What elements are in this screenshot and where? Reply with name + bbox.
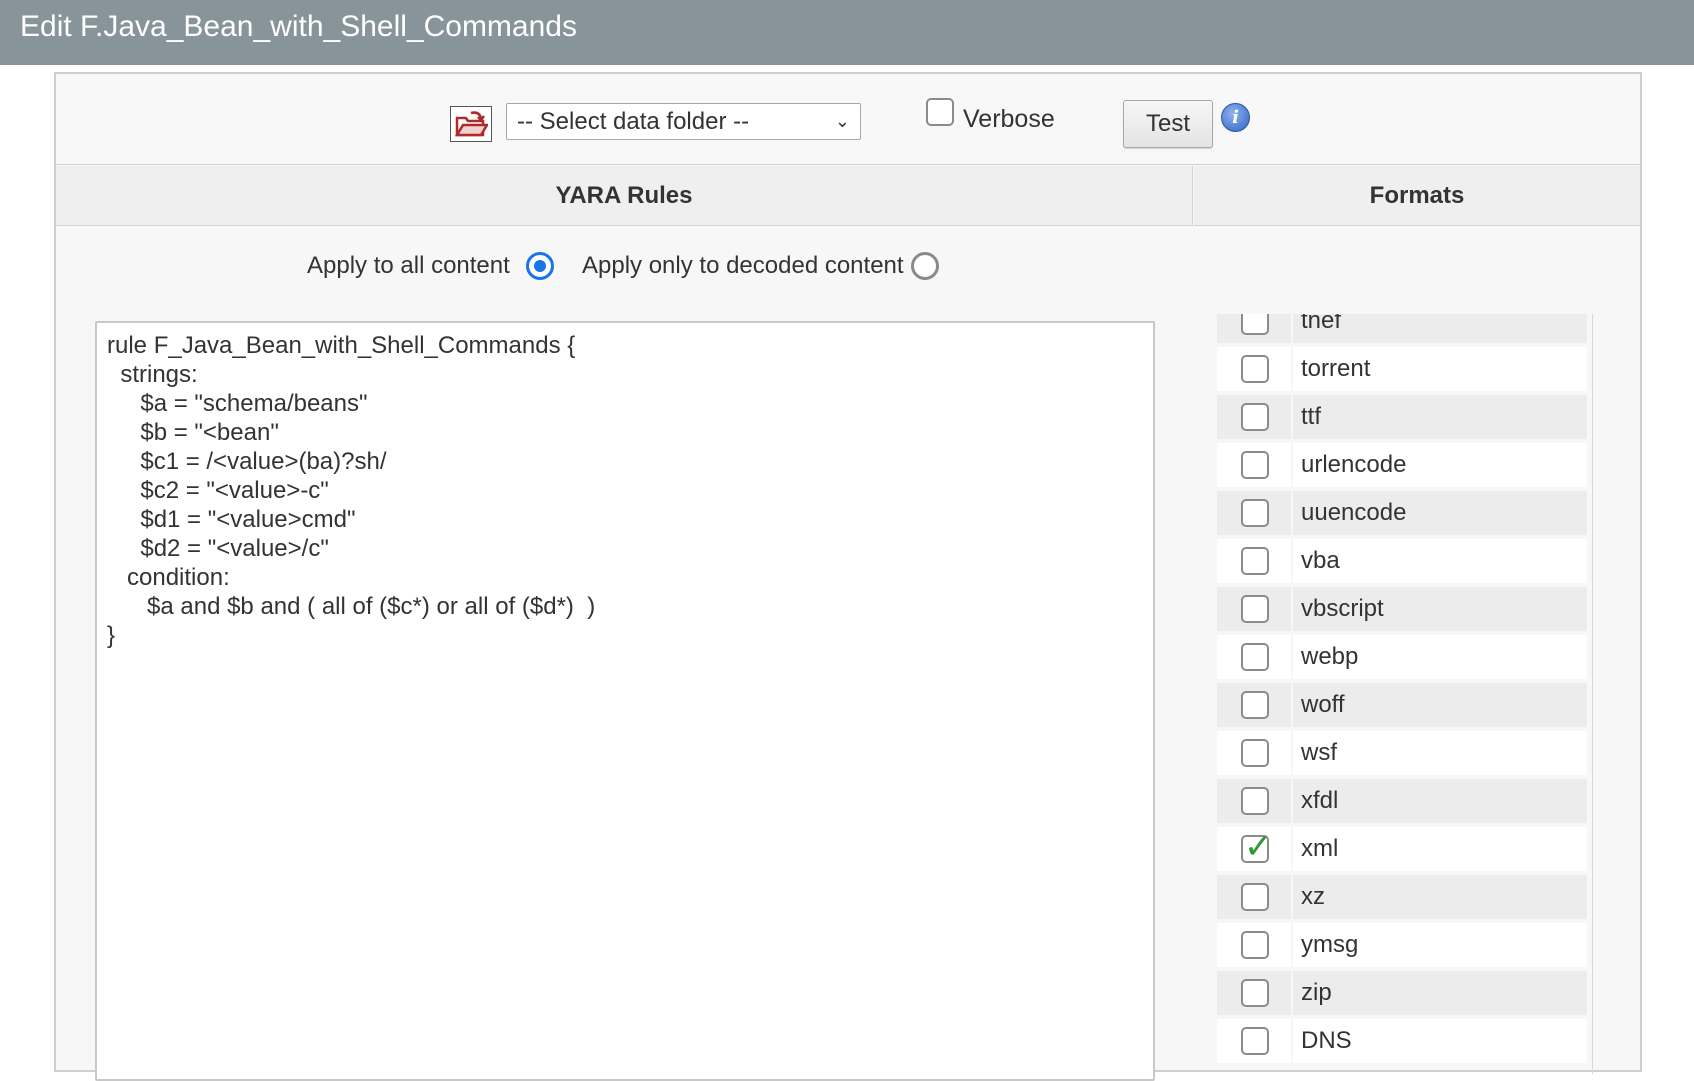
verbose-label: Verbose [963, 105, 1055, 133]
format-checkbox-uuencode[interactable] [1241, 499, 1269, 527]
format-checkbox-cell [1217, 539, 1291, 583]
format-checkbox-cell [1217, 314, 1291, 343]
format-name: urlencode [1293, 443, 1587, 487]
data-folder-select[interactable]: -- Select data folder -- ⌄ [506, 103, 861, 140]
format-row-xml[interactable]: xml [1217, 827, 1587, 871]
format-checkbox-dns[interactable] [1241, 1027, 1269, 1055]
format-checkbox-urlencode[interactable] [1241, 451, 1269, 479]
format-name: zip [1293, 971, 1587, 1015]
format-name: vba [1293, 539, 1587, 583]
format-checkbox-zip[interactable] [1241, 979, 1269, 1007]
window-title: Edit F.Java_Bean_with_Shell_Commands [0, 0, 1694, 65]
format-row-ymsg[interactable]: ymsg [1217, 923, 1587, 967]
format-checkbox-cell [1217, 683, 1291, 727]
format-checkbox-cell [1217, 395, 1291, 439]
format-checkbox-cell [1217, 923, 1291, 967]
format-row-vba[interactable]: vba [1217, 539, 1587, 583]
format-checkbox-cell [1217, 443, 1291, 487]
verbose-checkbox[interactable] [926, 98, 954, 126]
format-name: xml [1293, 827, 1587, 871]
format-checkbox-cell [1217, 875, 1291, 919]
format-row-ttf[interactable]: ttf [1217, 395, 1587, 439]
format-checkbox-cell [1217, 587, 1291, 631]
format-checkbox-cell [1217, 827, 1291, 871]
format-checkbox-ymsg[interactable] [1241, 931, 1269, 959]
format-checkbox-xfdl[interactable] [1241, 787, 1269, 815]
format-checkbox-vba[interactable] [1241, 547, 1269, 575]
format-name: ttf [1293, 395, 1587, 439]
format-row-xz[interactable]: xz [1217, 875, 1587, 919]
format-name: wsf [1293, 731, 1587, 775]
format-row-uuencode[interactable]: uuencode [1217, 491, 1587, 535]
format-name: vbscript [1293, 587, 1587, 631]
format-row-woff[interactable]: woff [1217, 683, 1587, 727]
format-checkbox-xml[interactable] [1241, 827, 1273, 867]
format-row-torrent[interactable]: torrent [1217, 347, 1587, 391]
format-name: ymsg [1293, 923, 1587, 967]
format-checkbox-webp[interactable] [1241, 643, 1269, 671]
open-folder-icon[interactable] [450, 106, 492, 142]
format-row-webp[interactable]: webp [1217, 635, 1587, 679]
format-name: DNS [1293, 1019, 1587, 1063]
format-name: tnef [1293, 314, 1587, 343]
format-name: uuencode [1293, 491, 1587, 535]
format-row-tnef[interactable]: tnef [1217, 314, 1587, 343]
format-checkbox-cell [1217, 347, 1291, 391]
yara-rules-header: YARA Rules [56, 166, 1193, 226]
formats-list[interactable]: tnef torrent ttf urlencode uuencode vba vbscri… [1217, 314, 1593, 1074]
format-checkbox-vbscript[interactable] [1241, 595, 1269, 623]
format-row-dns[interactable]: DNS [1217, 1019, 1587, 1063]
chevron-down-icon: ⌄ [834, 111, 850, 131]
format-checkbox-cell [1217, 1019, 1291, 1063]
test-button[interactable]: Test [1123, 100, 1213, 148]
format-checkbox-cell [1217, 635, 1291, 679]
format-row-wsf[interactable]: wsf [1217, 731, 1587, 775]
format-checkbox-ttf[interactable] [1241, 403, 1269, 431]
apply-decoded-radio[interactable] [911, 252, 939, 280]
format-checkbox-cell [1217, 491, 1291, 535]
format-checkbox-xz[interactable] [1241, 883, 1269, 911]
format-name: webp [1293, 635, 1587, 679]
format-name: woff [1293, 683, 1587, 727]
apply-scope-radios: Apply to all content Apply only to decod… [56, 244, 1193, 284]
format-checkbox-cell [1217, 731, 1291, 775]
info-icon[interactable]: i [1221, 103, 1250, 132]
apply-decoded-label: Apply only to decoded content [582, 252, 904, 279]
format-name: xfdl [1293, 779, 1587, 823]
format-row-vbscript[interactable]: vbscript [1217, 587, 1587, 631]
format-checkbox-tnef[interactable] [1241, 314, 1269, 335]
format-checkbox-cell [1217, 971, 1291, 1015]
rule-text-editor[interactable]: rule F_Java_Bean_with_Shell_Commands { s… [95, 321, 1155, 1081]
format-name: xz [1293, 875, 1587, 919]
toolbar: -- Select data folder -- ⌄ Verbose Test … [56, 74, 1640, 165]
format-checkbox-woff[interactable] [1241, 691, 1269, 719]
format-name: torrent [1293, 347, 1587, 391]
format-row-urlencode[interactable]: urlencode [1217, 443, 1587, 487]
data-folder-select-value: -- Select data folder -- [517, 108, 750, 135]
format-checkbox-torrent[interactable] [1241, 355, 1269, 383]
apply-all-radio[interactable] [526, 252, 554, 280]
format-row-zip[interactable]: zip [1217, 971, 1587, 1015]
format-checkbox-wsf[interactable] [1241, 739, 1269, 767]
format-checkbox-cell [1217, 779, 1291, 823]
formats-header: Formats [1194, 166, 1640, 226]
apply-all-label: Apply to all content [307, 252, 510, 279]
format-row-xfdl[interactable]: xfdl [1217, 779, 1587, 823]
rule-editor-dialog: -- Select data folder -- ⌄ Verbose Test … [54, 72, 1642, 1081]
